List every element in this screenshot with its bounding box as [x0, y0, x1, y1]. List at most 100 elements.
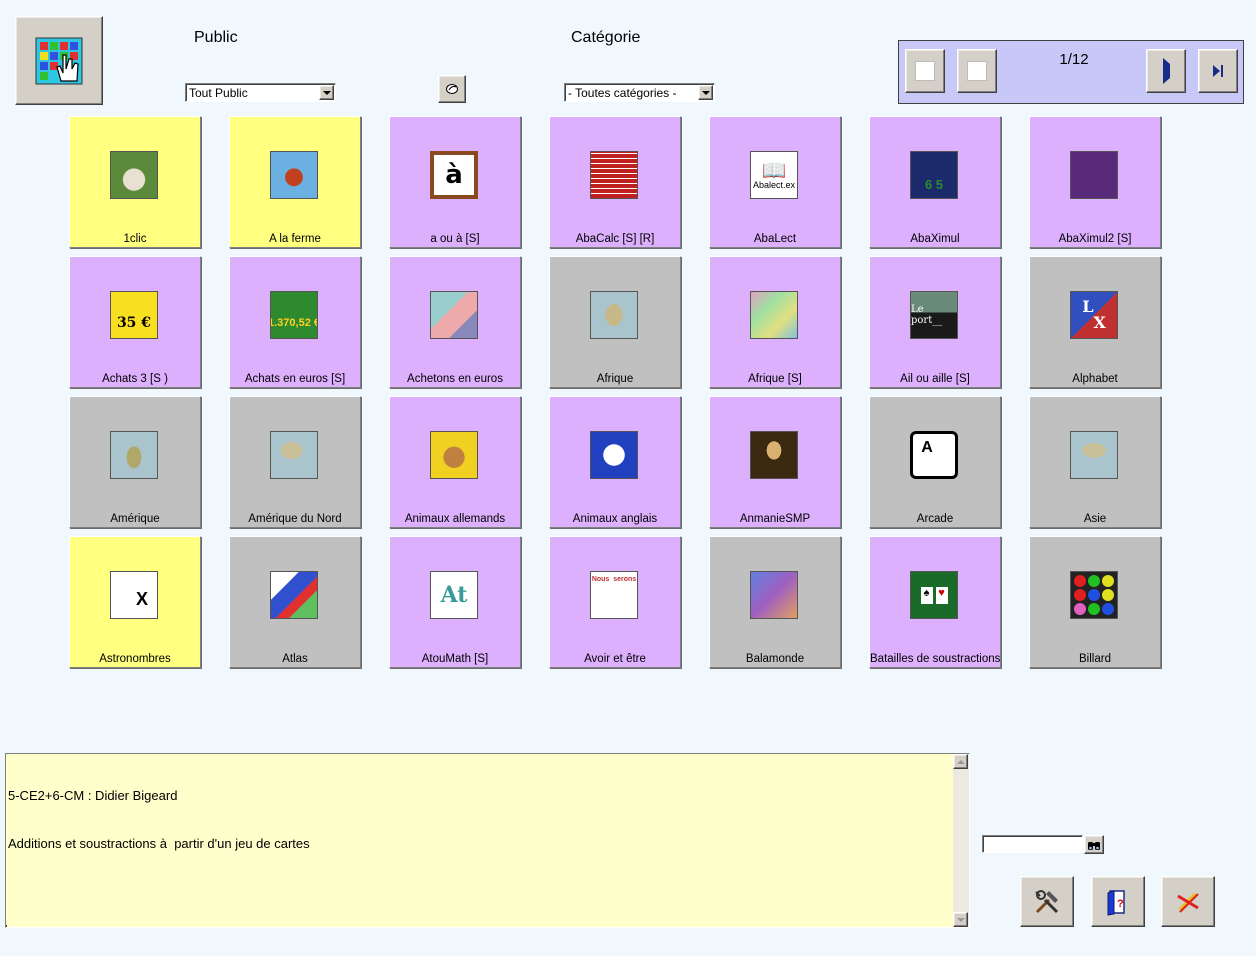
activity-tile[interactable]: At AtouMath [S]: [389, 536, 521, 668]
activity-tile[interactable]: Atlas: [229, 536, 361, 668]
scroll-up-button[interactable]: [953, 754, 968, 769]
activity-tile-label: Asie: [1083, 513, 1107, 525]
keyboard-key-icon: A: [910, 431, 958, 479]
activity-tile[interactable]: 6 5 AbaXimul: [869, 116, 1001, 248]
first-page-button[interactable]: [905, 49, 945, 93]
reset-filter-button[interactable]: [438, 75, 466, 103]
activity-tile[interactable]: X Astronombres: [69, 536, 201, 668]
euro-notes-icon: [430, 291, 478, 339]
description-scrollbar[interactable]: [953, 754, 969, 927]
activity-tile[interactable]: Balamonde: [709, 536, 841, 668]
activity-tile-label: Amérique: [110, 513, 160, 525]
rabbit-icon: [430, 431, 478, 479]
activity-tile[interactable]: 1.370,52 € Achats en euros [S]: [229, 256, 361, 388]
app-home-button[interactable]: [15, 16, 103, 105]
ball-shape: [1088, 603, 1100, 615]
quit-button[interactable]: [1161, 876, 1215, 927]
activity-tile-label: Avoir et être: [584, 653, 646, 665]
icon-glyph: X: [135, 588, 148, 609]
ball-shape: [1102, 575, 1114, 587]
previous-page-button[interactable]: [957, 49, 997, 93]
play-arrow-icon: [1163, 64, 1170, 78]
activity-tile-label: Achetons en euros: [407, 373, 503, 385]
activity-tile-label: Amérique du Nord: [248, 513, 342, 525]
activity-tile[interactable]: Amérique: [69, 396, 201, 528]
activity-tile[interactable]: AbaCalc [S] [R]: [549, 116, 681, 248]
public-select[interactable]: Tout Public: [185, 83, 336, 102]
activity-tile-label: Ail ou aille [S]: [900, 373, 970, 385]
icon-glyph: 35 €: [116, 315, 152, 331]
activity-tile-label: AbaXimul: [910, 233, 960, 245]
activity-tile[interactable]: Billard: [1029, 536, 1161, 668]
activity-tile[interactable]: Animaux allemands: [389, 396, 521, 528]
help-button[interactable]: ?: [1091, 876, 1145, 927]
icon-glyph: à: [445, 160, 463, 190]
activity-tile-label: Batailles de soustractions: [870, 653, 1001, 665]
activity-tile[interactable]: Animaux anglais: [549, 396, 681, 528]
activity-tile-label: Achats en euros [S]: [244, 373, 346, 385]
activity-tile-label: Animaux allemands: [404, 513, 506, 525]
activity-tile-label: Alphabet: [1072, 373, 1118, 385]
square-icon: [967, 61, 987, 81]
activity-tile[interactable]: Afrique [S]: [709, 256, 841, 388]
europe-map-icon: [270, 571, 318, 619]
tools-icon: [1033, 888, 1061, 916]
activity-tile-label: A la ferme: [269, 233, 321, 245]
page-indicator: 1/12: [1059, 51, 1089, 68]
activity-tile[interactable]: AbaXimul2 [S]: [1029, 116, 1161, 248]
harbor-photo-icon: Le port__: [910, 291, 958, 339]
activity-tile[interactable]: Asie: [1029, 396, 1161, 528]
hand-grid-icon: [35, 37, 83, 85]
ball-shape: [1074, 575, 1086, 587]
category-select-value: - Toutes catégories -: [568, 85, 677, 100]
activity-tile-label: Achats 3 [S ): [102, 373, 168, 385]
activity-tile[interactable]: A la ferme: [229, 116, 361, 248]
activity-tile[interactable]: à a ou à [S]: [389, 116, 521, 248]
activity-tile-label: AtouMath [S]: [421, 653, 489, 665]
activity-tile[interactable]: Amérique du Nord: [229, 396, 361, 528]
activity-tile[interactable]: 35 € Achats 3 [S ): [69, 256, 201, 388]
activity-tile-label: Astronombres: [99, 653, 171, 665]
activity-tile[interactable]: A Arcade: [869, 396, 1001, 528]
price-tag-icon: 35 €: [110, 291, 158, 339]
activity-tile[interactable]: L X Alphabet: [1029, 256, 1161, 388]
cards-shape: ♥: [935, 586, 948, 604]
asia-map-icon: [1070, 431, 1118, 479]
activity-tile[interactable]: Afrique: [549, 256, 681, 388]
activity-tile-label: AbaXimul2 [S]: [1058, 233, 1132, 245]
search-button[interactable]: [1084, 835, 1104, 854]
activity-tile[interactable]: Achetons en euros: [389, 256, 521, 388]
world-puzzle-icon: [750, 571, 798, 619]
africa-map-icon: [590, 291, 638, 339]
activity-tile[interactable]: ♠ ♥ Batailles de soustractions: [869, 536, 1001, 668]
activity-tile[interactable]: Le port__ Ail ou aille [S]: [869, 256, 1001, 388]
chevron-down-icon[interactable]: [319, 85, 334, 100]
playing-cards-icon: ♠ ♥: [910, 571, 958, 619]
activity-tile-label: AbaLect: [753, 233, 797, 245]
chevron-down-icon[interactable]: [698, 85, 713, 100]
search-input[interactable]: [982, 835, 1083, 853]
activity-tile-label: Afrique: [596, 373, 634, 385]
mona-lisa-icon: [750, 431, 798, 479]
south-america-map-icon: [110, 431, 158, 479]
activity-tile[interactable]: Nous serons Avoir et être: [549, 536, 681, 668]
activity-tile[interactable]: 📖 Abalect.ex AbaLect: [709, 116, 841, 248]
scroll-down-button[interactable]: [953, 912, 968, 927]
last-page-button[interactable]: [1198, 49, 1238, 93]
settings-button[interactable]: [1020, 876, 1074, 927]
description-text: 5-CE2+6-CM : Didier Bigeard Additions et…: [6, 754, 953, 925]
colored-balls-icon: [1070, 571, 1118, 619]
icon-glyph: 6 5: [924, 176, 944, 192]
activity-tile[interactable]: 1clic: [69, 116, 201, 248]
euro-coins-icon: 1.370,52 €: [270, 291, 318, 339]
letters-shape: L X: [1082, 297, 1106, 332]
icon-glyph: At: [440, 582, 468, 608]
alphabet-blocks-icon: L X: [1070, 291, 1118, 339]
next-page-button[interactable]: [1146, 49, 1186, 93]
category-select[interactable]: - Toutes catégories -: [564, 83, 715, 102]
activity-tile[interactable]: AnmanieSMP: [709, 396, 841, 528]
number-board-2-icon: [1070, 151, 1118, 199]
ball-shape: [1088, 589, 1100, 601]
activity-tile-label: Billard: [1079, 653, 1111, 665]
public-label: Public: [194, 29, 238, 46]
